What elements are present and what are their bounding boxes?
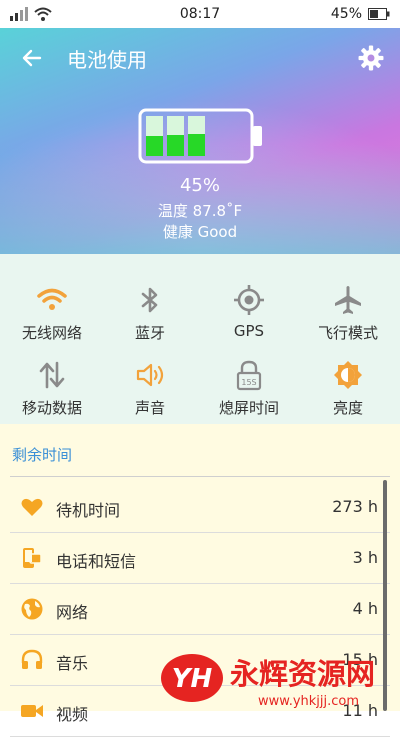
watermark-logo: YH 永辉资源网 www.yhkjjj.com — [161, 654, 375, 709]
battery-level-bars — [146, 116, 205, 156]
phone-sms-icon — [23, 548, 42, 568]
toggle-bluetooth[interactable]: 蓝牙 — [100, 284, 200, 343]
toggle-airplane[interactable]: 飞行模式 — [298, 284, 398, 343]
list-item-label: 音乐 — [56, 654, 89, 673]
toggle-label: 声音 — [134, 399, 165, 417]
gps-icon — [234, 285, 264, 315]
toggle-label: GPS — [233, 322, 265, 340]
toggle-label: 蓝牙 — [134, 324, 165, 342]
list-item-label: 待机时间 — [56, 501, 121, 520]
list-item-standby[interactable]: 待机时间 273 h — [10, 482, 390, 533]
airplane-icon — [335, 286, 361, 314]
brightness-icon — [334, 361, 362, 389]
toggle-label: 飞行模式 — [317, 324, 378, 342]
list-item-value: 4 h — [352, 599, 378, 618]
globe-icon — [21, 598, 43, 620]
mobile-data-icon — [39, 361, 65, 389]
lock-timeout-icon: 15S — [236, 360, 262, 391]
app-toolbar: 电池使用 — [0, 28, 400, 88]
toggle-label: 亮度 — [332, 399, 363, 417]
toggle-wifi[interactable]: 无线网络 — [2, 284, 102, 343]
heart-icon — [21, 498, 43, 516]
quick-toggles: 无线网络 蓝牙 GPS 飞行模式 移动数据 声音 15S 熄屏时间 亮度 — [0, 254, 400, 424]
toggle-label: 移动数据 — [21, 399, 82, 417]
toggle-brightness[interactable]: 亮度 — [298, 359, 398, 418]
toggle-mobile-data[interactable]: 移动数据 — [2, 359, 102, 418]
speaker-icon — [136, 363, 164, 387]
bluetooth-icon — [141, 287, 158, 313]
watermark-logo-text: YH — [172, 664, 213, 694]
watermark-url: www.yhkjjj.com — [258, 694, 359, 709]
toggle-gps[interactable]: GPS — [199, 284, 299, 340]
battery-health: 健康 Good — [162, 223, 238, 241]
list-item-label: 网络 — [56, 603, 89, 622]
status-bar: 08:17 45% — [0, 0, 400, 28]
list-item-network[interactable]: 网络 4 h — [10, 584, 390, 635]
timeout-value: 15S — [241, 378, 256, 387]
list-item-label: 视频 — [56, 705, 89, 724]
watermark-brand: 永辉资源网 — [230, 657, 375, 691]
wifi-icon — [37, 288, 67, 310]
video-icon — [21, 705, 43, 717]
list-item-value: 3 h — [352, 548, 378, 567]
toggle-label: 熄屏时间 — [218, 399, 279, 417]
page-title: 电池使用 — [67, 48, 147, 72]
section-heading: 剩余时间 — [12, 446, 73, 464]
divider — [10, 476, 390, 477]
battery-percent: 45% — [179, 175, 220, 196]
battery-graphic — [138, 108, 262, 164]
toggle-screen-timeout[interactable]: 15S 熄屏时间 — [199, 359, 299, 418]
list-item-value: 273 h — [332, 497, 378, 516]
battery-temperature: 温度 87.8˚F — [157, 202, 243, 220]
toggle-label: 无线网络 — [21, 324, 82, 342]
status-time: 08:17 — [179, 6, 221, 22]
back-arrow-icon[interactable] — [20, 46, 44, 70]
toggle-sound[interactable]: 声音 — [100, 359, 200, 418]
gear-icon[interactable] — [358, 45, 384, 71]
headphones-icon — [21, 649, 43, 669]
list-item-phone-sms[interactable]: 电话和短信 3 h — [10, 533, 390, 584]
battery-hero: 电池使用 45% 温度 87.8˚F 健康 Good — [0, 28, 400, 254]
list-item-label: 电话和短信 — [56, 552, 137, 571]
